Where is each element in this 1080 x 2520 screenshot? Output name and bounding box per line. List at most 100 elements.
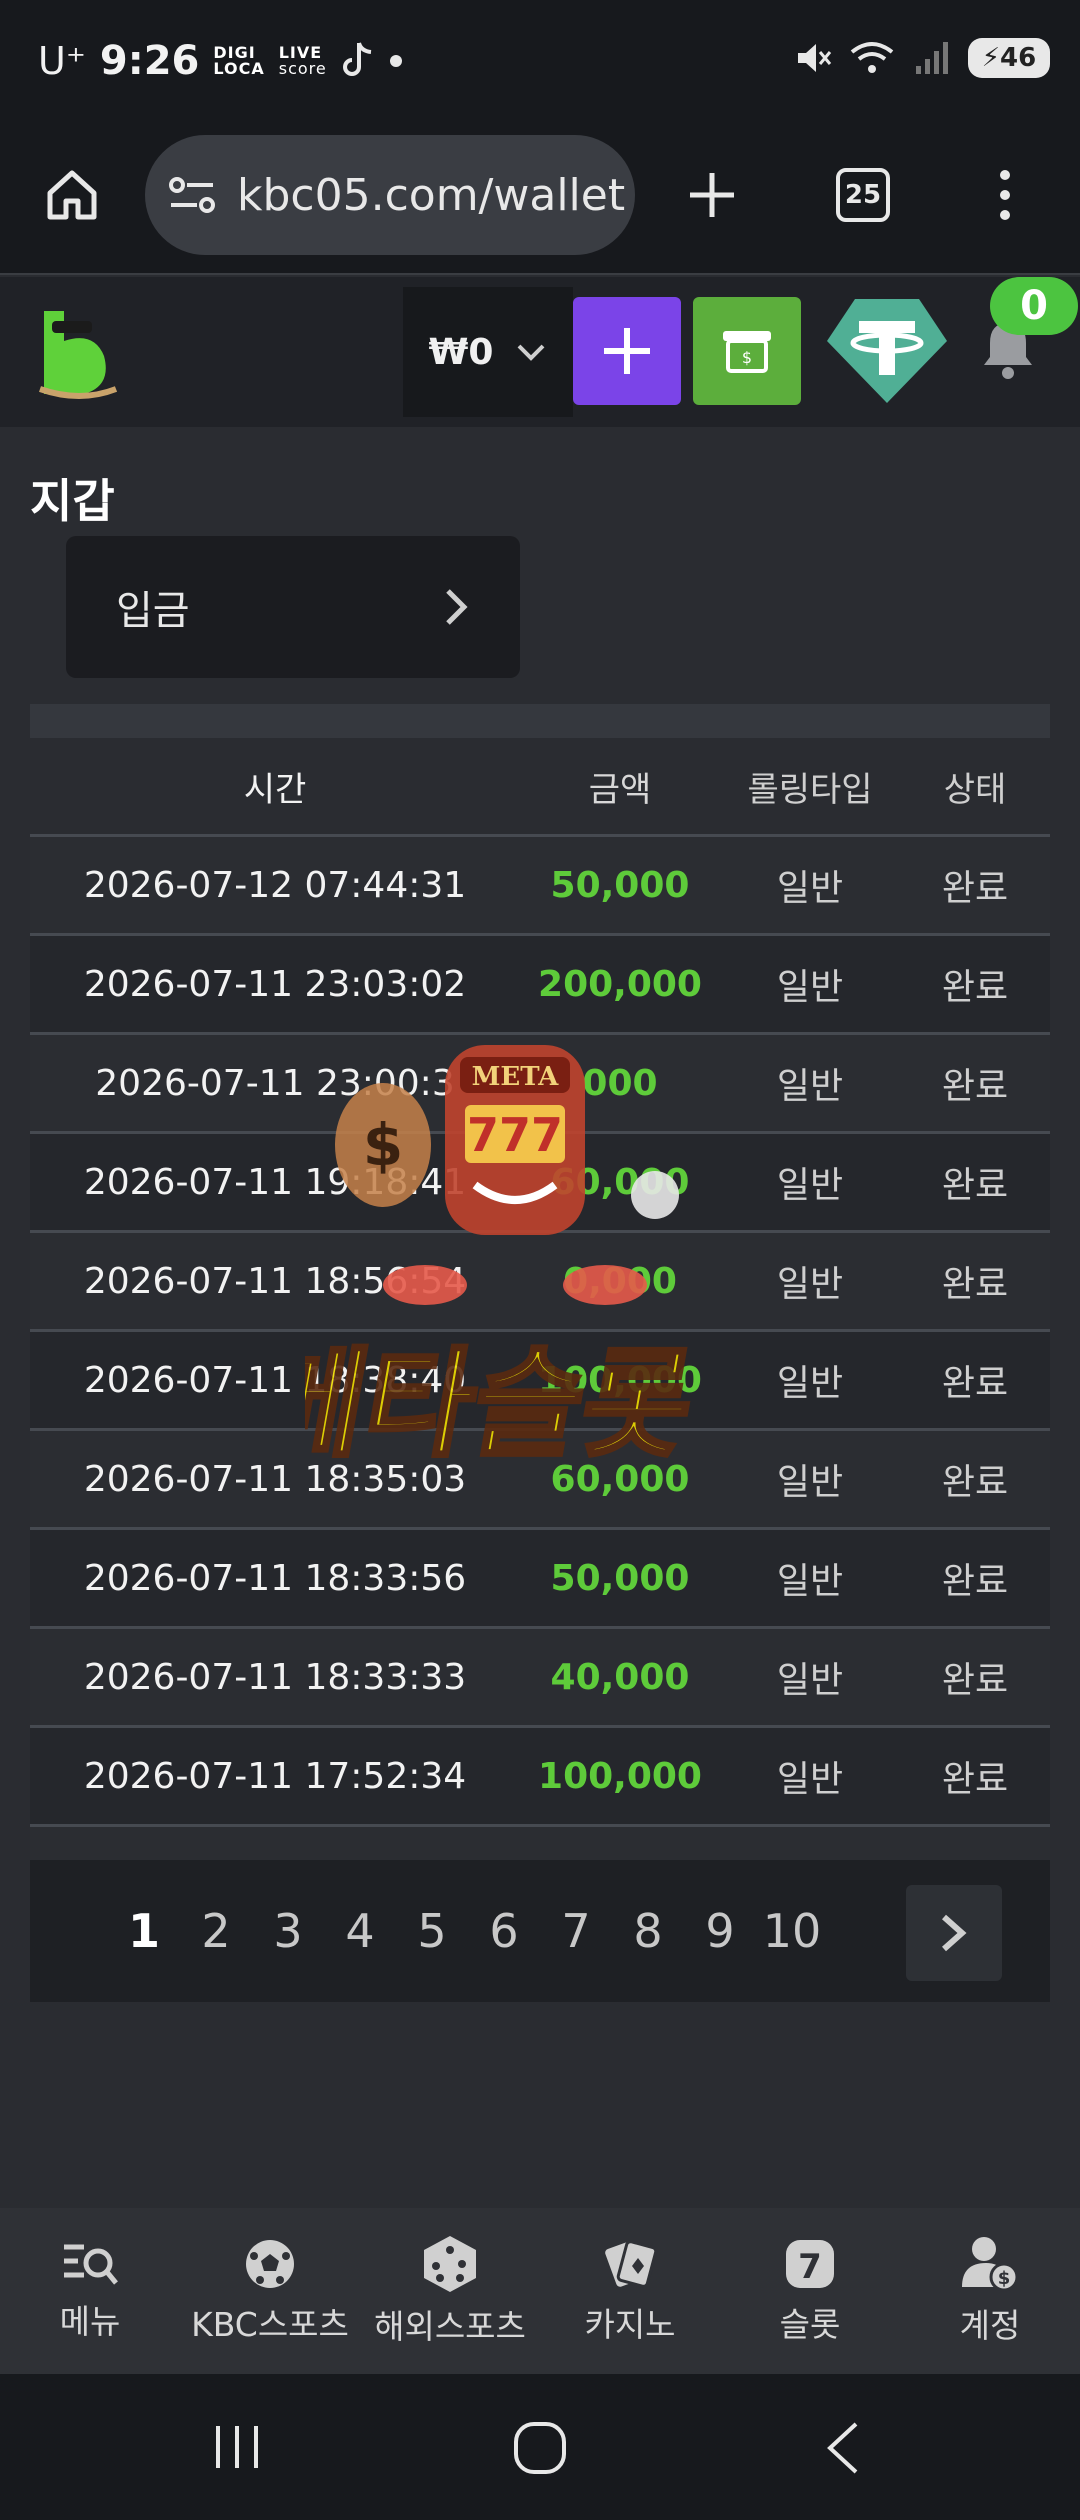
home-nav-icon[interactable]	[512, 2420, 568, 2476]
cell-amount: 100,000	[538, 1755, 702, 1797]
site-settings-icon[interactable]	[167, 175, 217, 215]
cards-icon	[605, 2240, 658, 2288]
bottom-nav: 메뉴 KBC스포츠 해외스포츠 카지노 7 슬롯 $ 계정	[0, 2208, 1080, 2374]
cell-status: 완료	[941, 1264, 1009, 1305]
status-bar: U⁺ 9:26 DIGI LOCA LIVE score ⚡ 46	[0, 0, 1080, 125]
page-9-button[interactable]: 9	[684, 1904, 756, 1958]
cell-time: 2026-07-12 07:44:31	[83, 864, 467, 906]
deposit-label: 입금	[116, 588, 190, 634]
url-bar[interactable]: kbc05.com/wallet	[145, 135, 635, 255]
page-2-button[interactable]: 2	[180, 1904, 252, 1958]
next-page-button[interactable]	[906, 1885, 1002, 1981]
nav-casino[interactable]: 카지노	[540, 2208, 720, 2374]
cell-amount: 200,000	[538, 963, 702, 1005]
tiktok-icon	[342, 42, 372, 76]
table-row: 2026-07-11 18:33:33 40,000 일반 완료	[30, 1626, 1050, 1725]
menu-search-icon	[64, 2244, 118, 2285]
cash-button[interactable]: $	[693, 297, 801, 405]
account-icon: $	[962, 2237, 1019, 2292]
pagination: 1 2 3 4 5 6 7 8 9 10	[30, 1860, 1050, 2002]
table-row: 2026-07-11 18:33:56 50,000 일반 완료	[30, 1527, 1050, 1626]
recent-apps-icon[interactable]	[212, 2422, 262, 2472]
svg-text:777: 777	[467, 1108, 563, 1162]
home-icon[interactable]	[42, 165, 102, 225]
livescore-logo: LIVE score	[278, 43, 327, 78]
svg-text:7: 7	[798, 2247, 822, 2287]
url-text[interactable]: kbc05.com/wallet	[237, 170, 625, 221]
header-time: 시간	[243, 769, 307, 810]
cell-time: 2026-07-11 23:03:02	[83, 963, 467, 1005]
system-navigation-bar	[0, 2374, 1080, 2520]
mute-icon	[798, 44, 832, 72]
header-amount: 금액	[588, 769, 652, 810]
cell-time: 2026-07-11 18:33:56	[83, 1557, 467, 1599]
svg-text:$: $	[998, 2268, 1011, 2289]
new-tab-icon[interactable]	[684, 167, 740, 223]
deposit-plus-button[interactable]	[573, 297, 681, 405]
table-header: 시간 금액 롤링타입 상태	[30, 738, 1050, 834]
carrier-label: U⁺	[38, 39, 86, 83]
table-row: 2026-07-11 17:52:34 100,000 일반 완료	[30, 1725, 1050, 1824]
battery-indicator: ⚡ 46	[968, 38, 1050, 78]
cell-rolling: 일반	[776, 868, 844, 909]
page-7-button[interactable]: 7	[540, 1904, 612, 1958]
page-1-button[interactable]: 1	[108, 1904, 180, 1958]
table-row: 2026-07-12 07:44:31 50,000 일반 완료	[30, 834, 1050, 933]
wifi-icon	[850, 42, 894, 73]
cell-amount: 40,000	[550, 1656, 690, 1698]
cell-rolling: 일반	[776, 967, 844, 1008]
svg-text:$: $	[363, 1111, 403, 1179]
page-5-button[interactable]: 5	[396, 1904, 468, 1958]
notification-badge: 0	[990, 277, 1078, 335]
page-10-button[interactable]: 10	[756, 1904, 828, 1958]
chevron-down-icon	[517, 344, 545, 361]
browser-toolbar: kbc05.com/wallet 25	[0, 125, 1080, 275]
digi-loca-logo: DIGI LOCA	[213, 43, 265, 78]
page-6-button[interactable]: 6	[468, 1904, 540, 1958]
cash-register-icon: $	[723, 331, 771, 373]
nav-kbc-sports[interactable]: KBC스포츠	[180, 2208, 360, 2374]
signal-icon	[916, 42, 948, 74]
svg-text:META: META	[472, 1062, 560, 1092]
header-status: 상태	[943, 769, 1007, 810]
tether-icon[interactable]	[825, 297, 949, 405]
nav-account[interactable]: $ 계정	[900, 2208, 1080, 2374]
page-8-button[interactable]: 8	[612, 1904, 684, 1958]
tab-switcher-button[interactable]: 25	[836, 168, 890, 222]
page-4-button[interactable]: 4	[324, 1904, 396, 1958]
slot-seven-icon: 7	[786, 2240, 834, 2288]
cell-status: 완료	[941, 1759, 1009, 1800]
header-rolling: 롤링타입	[747, 769, 873, 810]
cell-status: 완료	[941, 1066, 1009, 1107]
plus-icon	[604, 328, 650, 374]
notification-dot-icon	[389, 55, 402, 67]
cell-status: 완료	[941, 1462, 1009, 1503]
site-header: ₩0 $ 0	[0, 277, 1080, 427]
deposit-button[interactable]: 입금	[66, 536, 520, 678]
cell-time: 2026-07-11 17:52:34	[83, 1755, 467, 1797]
cell-rolling: 일반	[776, 1561, 844, 1602]
back-icon[interactable]	[822, 2420, 862, 2476]
site-logo[interactable]	[36, 301, 120, 401]
cell-status: 완료	[941, 1561, 1009, 1602]
svg-text:$: $	[742, 348, 752, 367]
balance-dropdown[interactable]: ₩0	[403, 287, 573, 417]
cell-status: 완료	[941, 868, 1009, 909]
clock: 9:26	[99, 38, 200, 84]
chevron-right-icon	[942, 1914, 967, 1952]
svg-text:메타슬롯: 메타슬롯	[305, 1337, 704, 1474]
soccer-ball-icon	[246, 2240, 294, 2288]
more-menu-icon[interactable]	[990, 165, 1020, 225]
cell-time: 2026-07-11 18:33:33	[83, 1656, 467, 1698]
nav-overseas-sports[interactable]: 해외스포츠	[360, 2208, 540, 2374]
page-title: 지갑	[30, 474, 115, 528]
meta-slot-watermark: $ META 777 메타슬롯	[305, 1045, 706, 1476]
page-3-button[interactable]: 3	[252, 1904, 324, 1958]
cell-rolling: 일반	[776, 1759, 844, 1800]
cell-amount: 50,000	[550, 1557, 690, 1599]
cell-rolling: 일반	[776, 1660, 844, 1701]
cell-amount: 50,000	[550, 864, 690, 906]
balance-value: ₩0	[428, 331, 494, 373]
nav-menu[interactable]: 메뉴	[0, 2208, 180, 2374]
nav-slot[interactable]: 7 슬롯	[720, 2208, 900, 2374]
